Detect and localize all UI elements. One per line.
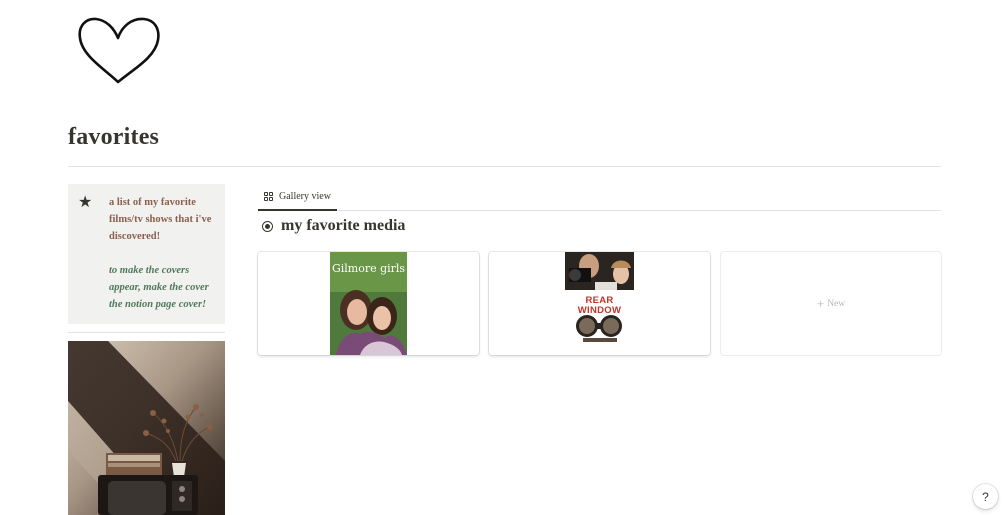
callout-text-2: to make the covers appear, make the cove… (109, 265, 209, 310)
view-tab-bar: Gallery view (258, 184, 941, 211)
gilmore-girls-poster: Gilmore girls (330, 252, 407, 355)
callout-body: a list of my favorite films/tv shows tha… (100, 194, 215, 324)
title-divider (68, 166, 941, 167)
callout[interactable]: ★ a list of my favorite films/tv shows t… (68, 184, 225, 324)
new-card-button[interactable]: + New (721, 252, 941, 355)
gallery-card[interactable]: REAR WINDOW (489, 252, 710, 355)
plus-icon: + (816, 295, 825, 311)
page-title[interactable]: favorites (68, 124, 159, 151)
poster-title: REAR WINDOW (577, 295, 622, 316)
new-card-label: New (827, 298, 846, 309)
database-title[interactable]: my favorite media (262, 217, 405, 235)
tab-gallery-view[interactable]: Gallery view (258, 184, 337, 211)
tab-gallery-view-label: Gallery view (279, 191, 331, 202)
gallery-card[interactable]: Gilmore girls (258, 252, 479, 355)
help-button[interactable]: ? (973, 484, 998, 509)
callout-text-1: a list of my favorite films/tv shows tha… (109, 197, 212, 242)
heart-outline-icon[interactable] (76, 16, 162, 88)
poster-title: Gilmore girls (331, 262, 406, 275)
target-icon (262, 220, 273, 232)
sidebar-divider (68, 332, 225, 333)
database-title-text: my favorite media (281, 217, 406, 234)
vintage-tv-photo (68, 341, 225, 515)
gallery-grid-icon (264, 191, 274, 202)
rear-window-poster: REAR WINDOW (565, 252, 634, 355)
star-icon[interactable]: ★ (78, 194, 100, 324)
